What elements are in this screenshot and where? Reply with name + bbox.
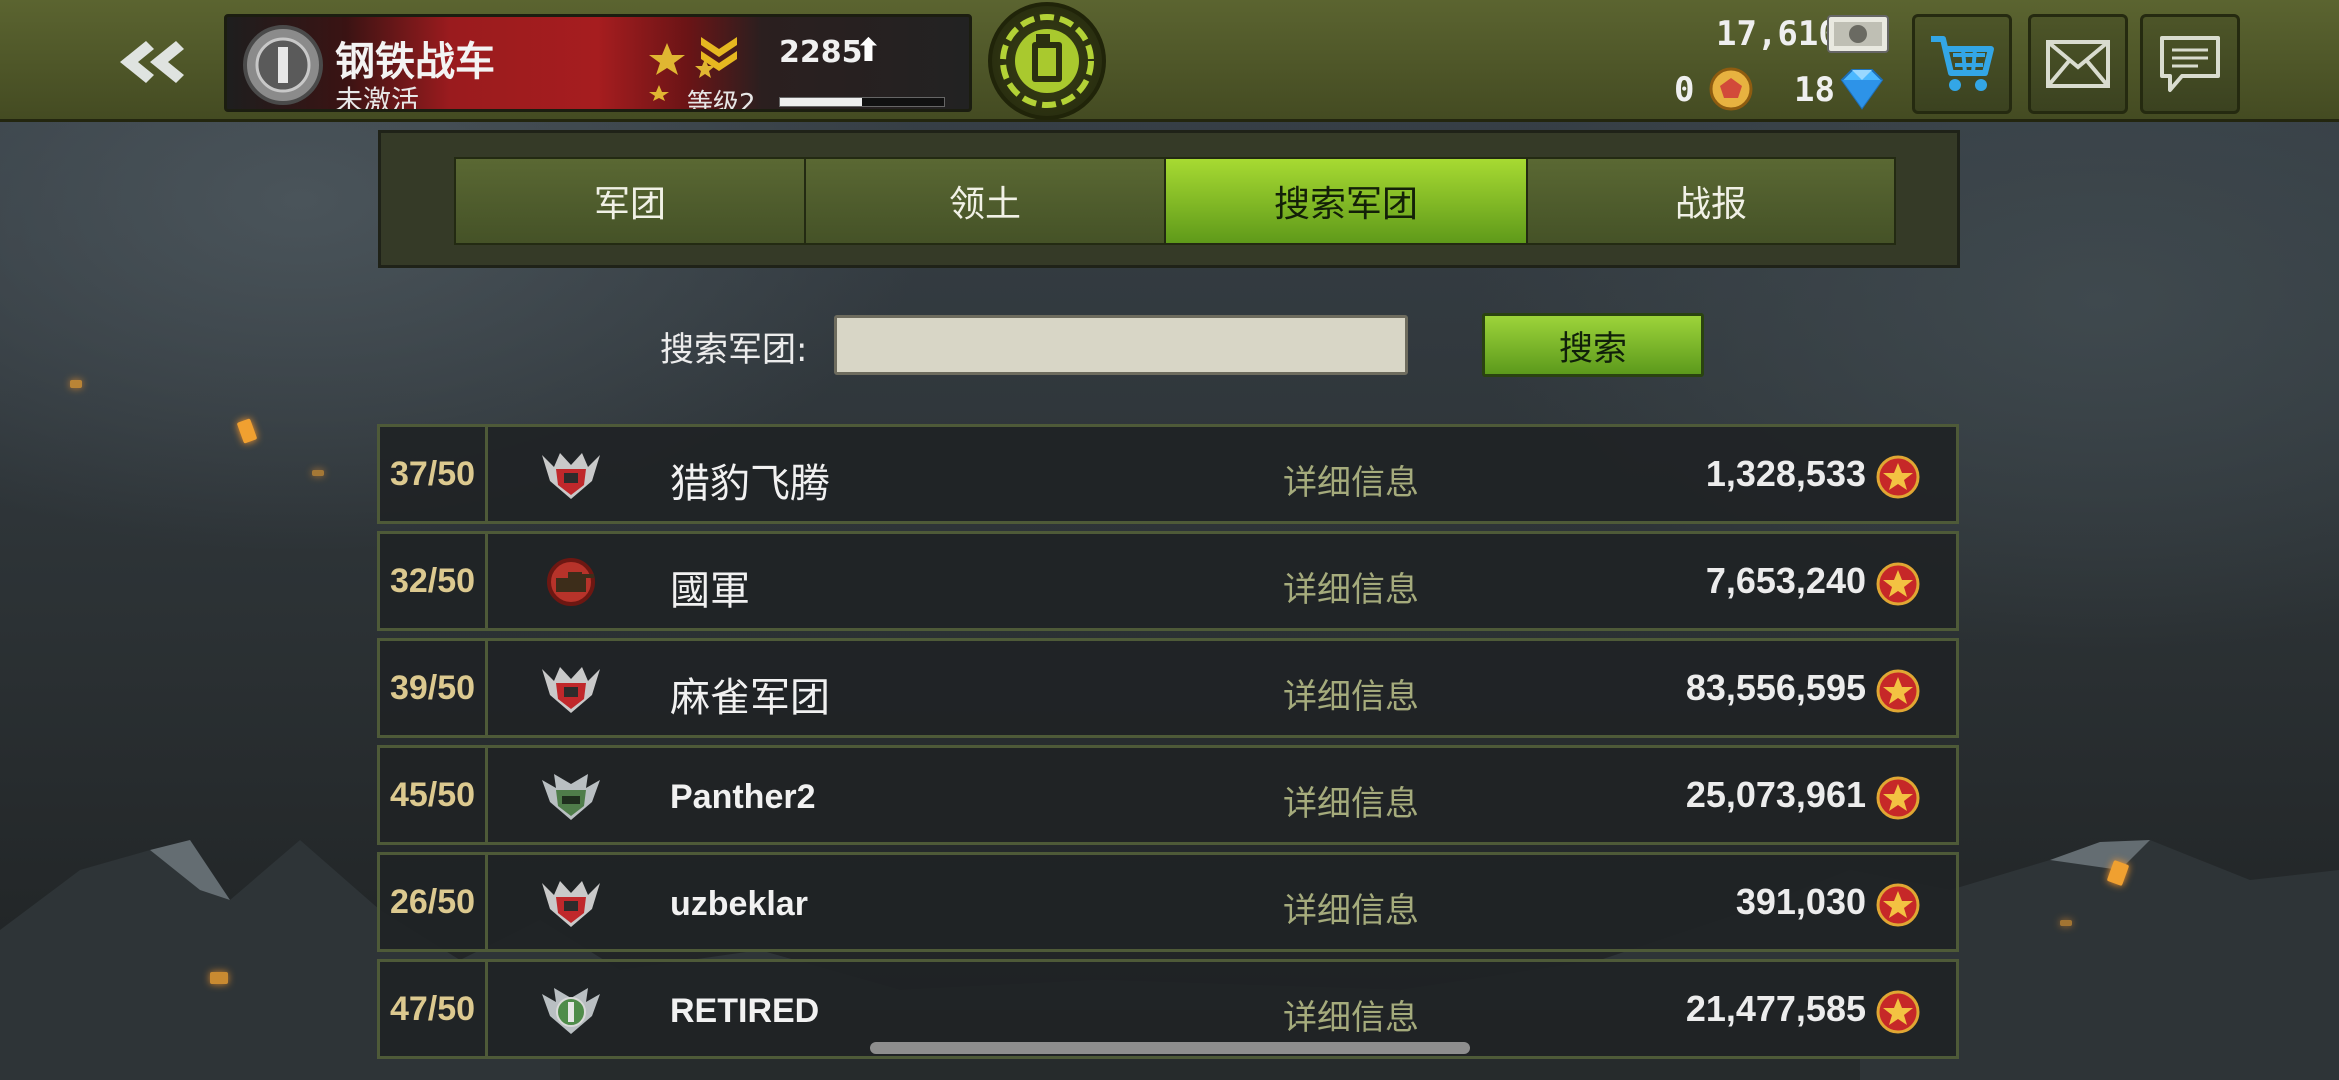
search-button[interactable]: 搜索 bbox=[1482, 313, 1704, 377]
details-link[interactable]: 详细信息 bbox=[1283, 776, 1419, 825]
silver-amount: 17,610 bbox=[1716, 14, 1839, 54]
details-link[interactable]: 详细信息 bbox=[1283, 883, 1419, 932]
home-indicator[interactable] bbox=[870, 1042, 1470, 1054]
gold-amount: 0 bbox=[1674, 70, 1695, 110]
details-link[interactable]: 详细信息 bbox=[1283, 562, 1419, 611]
mail-button[interactable] bbox=[2028, 14, 2128, 114]
ember bbox=[236, 418, 258, 444]
diamond-amount: 18 bbox=[1794, 70, 1835, 110]
back-button[interactable] bbox=[108, 32, 188, 92]
member-count: 39/50 bbox=[380, 641, 488, 735]
red-wing-emblem-icon bbox=[542, 881, 600, 927]
ember bbox=[210, 972, 228, 984]
red-wing-emblem-icon bbox=[542, 453, 600, 499]
clan-name: 麻雀军团 bbox=[670, 676, 830, 720]
tab-label: 军团 bbox=[593, 184, 666, 225]
clan-name: 國軍 bbox=[670, 569, 750, 613]
tab-label: 领土 bbox=[948, 184, 1021, 225]
green-rank-emblem-icon bbox=[542, 988, 600, 1034]
clan-score: 391,030 bbox=[1735, 881, 1866, 922]
vip-status: 未激活 bbox=[335, 84, 420, 112]
red-tank-emblem-icon bbox=[547, 558, 595, 606]
tab-label: 搜索军团 bbox=[1273, 184, 1418, 225]
details-link[interactable]: 详细信息 bbox=[1283, 669, 1419, 718]
tab-legion[interactable]: 军团 bbox=[454, 157, 806, 245]
clan-score: 21,477,585 bbox=[1685, 988, 1866, 1029]
star-medal-icon bbox=[1876, 990, 1920, 1034]
xp-progress-fill bbox=[780, 98, 862, 106]
red-wing-emblem-icon bbox=[542, 667, 600, 713]
silver-cash-icon bbox=[1827, 15, 1889, 53]
clan-score: 83,556,595 bbox=[1685, 667, 1866, 708]
member-count: 26/50 bbox=[380, 855, 488, 949]
clan-name: RETIRED bbox=[670, 992, 820, 1030]
xp-value: 2285 bbox=[779, 35, 863, 70]
player-profile-card[interactable]: 钢铁战车 未激活 等级2 2285 ⬆ bbox=[224, 14, 972, 112]
fuel-can-icon bbox=[1000, 14, 1094, 108]
star-medal-icon bbox=[1876, 776, 1920, 820]
tab-search-legion[interactable]: 搜索军团 bbox=[1164, 157, 1528, 245]
gold-coin-icon bbox=[1709, 67, 1753, 111]
player-level: 等级2 bbox=[687, 89, 756, 112]
clan-score: 25,073,961 bbox=[1685, 774, 1866, 815]
tab-territory[interactable]: 领土 bbox=[804, 157, 1166, 245]
diamond-icon bbox=[1840, 69, 1884, 110]
shop-button[interactable] bbox=[1912, 14, 2012, 114]
member-count: 45/50 bbox=[380, 748, 488, 842]
search-input[interactable] bbox=[834, 315, 1408, 375]
clan-row[interactable]: 37/50 猎豹飞腾 详细信息 1,328,533 bbox=[377, 424, 1959, 524]
chat-icon bbox=[2160, 36, 2220, 92]
rank-badge-icon bbox=[243, 25, 323, 105]
clan-row[interactable]: 39/50 麻雀军团 详细信息 83,556,595 bbox=[377, 638, 1959, 738]
chat-button[interactable] bbox=[2140, 14, 2240, 114]
tab-label: 战报 bbox=[1674, 184, 1747, 225]
top-bar: 钢铁战车 未激活 等级2 2285 ⬆ 17,610 0 18 bbox=[0, 0, 2339, 122]
clan-name: 猎豹飞腾 bbox=[670, 462, 830, 506]
star-medal-icon bbox=[1876, 883, 1920, 927]
details-link[interactable]: 详细信息 bbox=[1283, 455, 1419, 504]
mail-icon bbox=[2046, 40, 2110, 88]
tab-bar: 军团 领土 搜索军团 战报 bbox=[378, 130, 1960, 268]
clan-row[interactable]: 26/50 uzbeklar 详细信息 391,030 bbox=[377, 852, 1959, 952]
tab-battle-report[interactable]: 战报 bbox=[1526, 157, 1896, 245]
clan-row[interactable]: 45/50 Panther2 详细信息 25,073,961 bbox=[377, 745, 1959, 845]
star-medal-icon bbox=[1876, 562, 1920, 606]
search-button-label: 搜索 bbox=[1559, 328, 1627, 369]
details-link[interactable]: 详细信息 bbox=[1283, 990, 1419, 1039]
clan-row[interactable]: 32/50 國軍 详细信息 7,653,240 bbox=[377, 531, 1959, 631]
star-medal-icon bbox=[1876, 669, 1920, 713]
clan-score: 1,328,533 bbox=[1705, 453, 1866, 494]
ember bbox=[70, 380, 82, 388]
member-count: 37/50 bbox=[380, 427, 488, 521]
member-count: 32/50 bbox=[380, 534, 488, 628]
star-medal-icon bbox=[1876, 455, 1920, 499]
clan-score: 7,653,240 bbox=[1705, 560, 1866, 601]
clan-name: uzbeklar bbox=[670, 885, 808, 923]
ember bbox=[2060, 920, 2072, 926]
search-label: 搜索军团: bbox=[660, 330, 808, 370]
double-chevron-left-icon bbox=[120, 41, 184, 83]
clan-name: Panther2 bbox=[670, 778, 816, 816]
arrow-up-icon: ⬆ bbox=[855, 31, 882, 69]
member-count: 47/50 bbox=[380, 962, 488, 1056]
green-wing-emblem-icon bbox=[542, 774, 600, 820]
xp-progress-bar bbox=[779, 97, 945, 107]
cart-icon bbox=[1931, 36, 1994, 91]
ember bbox=[312, 470, 324, 476]
fuel-button[interactable] bbox=[988, 2, 1106, 120]
rank-chevron-icon bbox=[701, 37, 737, 71]
